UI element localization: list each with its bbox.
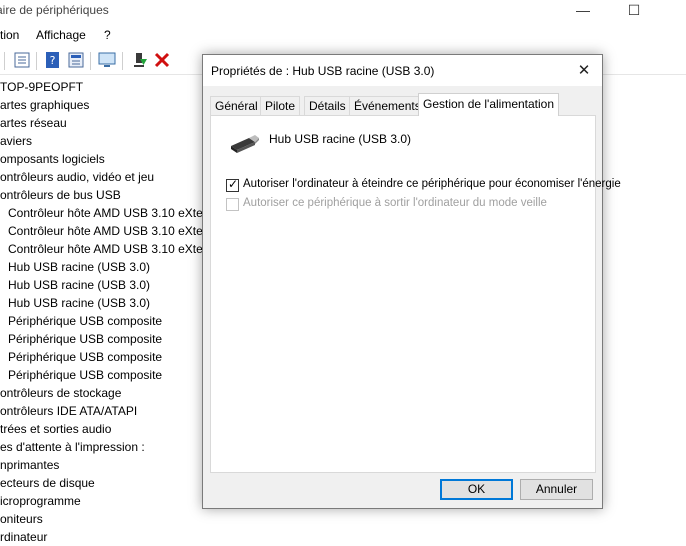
dialog-titlebar: Propriétés de : Hub USB racine (USB 3.0)…: [203, 55, 602, 86]
toolbar-separator: [4, 52, 5, 70]
allow-power-off-label[interactable]: Autoriser l'ordinateur à éteindre ce pér…: [243, 178, 621, 190]
tree-item-computer[interactable]: TOP-9PEOPFT: [0, 78, 83, 96]
svg-text:?: ?: [50, 54, 56, 67]
tab-general[interactable]: Général: [210, 96, 263, 115]
tree-item[interactable]: artes réseau: [0, 114, 67, 132]
tree-item[interactable]: Contrôleur hôte AMD USB 3.10 eXten: [8, 204, 209, 222]
tab-details[interactable]: Détails: [304, 96, 351, 115]
window-titlebar: aire de périphériques — ☐: [0, 0, 686, 22]
tab-driver[interactable]: Pilote: [260, 96, 301, 115]
tree-item-usb-controllers[interactable]: ontrôleurs de bus USB: [0, 186, 121, 204]
update-driver-icon[interactable]: [131, 51, 149, 69]
tree-item[interactable]: Périphérique USB composite: [8, 348, 162, 366]
check-icon: ✓: [228, 177, 239, 191]
tree-item[interactable]: Contrôleur hôte AMD USB 3.10 eXten: [8, 240, 209, 258]
close-icon: ✕: [577, 62, 591, 79]
window-title: aire de périphériques: [0, 3, 109, 17]
tree-item[interactable]: ontrôleurs audio, vidéo et jeu: [0, 168, 154, 186]
allow-power-off-checkbox[interactable]: ✓: [226, 177, 239, 192]
tree-item[interactable]: oniteurs: [0, 510, 43, 528]
tree-item[interactable]: omposants logiciels: [0, 150, 105, 168]
tree-item[interactable]: icroprogramme: [0, 492, 81, 510]
minimize-button[interactable]: —: [560, 0, 606, 20]
tree-item[interactable]: es d'attente à l'impression :: [0, 438, 145, 456]
toolbar-separator: [90, 52, 91, 70]
allow-wake-checkbox: [226, 198, 239, 211]
dialog-title: Propriétés de : Hub USB racine (USB 3.0): [211, 64, 435, 78]
tree-item[interactable]: Hub USB racine (USB 3.0): [8, 294, 150, 312]
tree-item[interactable]: artes graphiques: [0, 96, 89, 114]
tree-item[interactable]: ontrôleurs de stockage: [0, 384, 121, 402]
usb-hub-icon: [231, 135, 259, 153]
tree-item[interactable]: nprimantes: [0, 456, 59, 474]
device-props-icon[interactable]: [67, 51, 85, 69]
tree-item[interactable]: rdinateur: [0, 528, 47, 546]
device-name: Hub USB racine (USB 3.0): [269, 132, 412, 146]
tab-power-management[interactable]: Gestion de l'alimentation: [418, 93, 560, 116]
menu-bar: tion Affichage ?: [0, 26, 686, 46]
tree-item[interactable]: aviers: [0, 132, 32, 150]
tree-item[interactable]: Périphérique USB composite: [8, 312, 162, 330]
close-button[interactable]: ✕: [566, 55, 602, 86]
tree-item[interactable]: Contrôleur hôte AMD USB 3.10 eXten: [8, 222, 209, 240]
menu-help[interactable]: ?: [104, 28, 111, 42]
allow-wake-label: Autoriser ce périphérique à sortir l'ord…: [243, 197, 547, 209]
help-icon[interactable]: ?: [44, 51, 62, 69]
monitor-icon[interactable]: [98, 51, 116, 69]
tree-item[interactable]: Périphérique USB composite: [8, 330, 162, 348]
toolbar-separator: [36, 52, 37, 70]
tree-item[interactable]: Hub USB racine (USB 3.0): [8, 276, 150, 294]
toolbar-separator: [122, 52, 123, 70]
cancel-button[interactable]: Annuler: [520, 479, 593, 500]
tree-item[interactable]: Hub USB racine (USB 3.0): [8, 258, 150, 276]
properties-dialog: Propriétés de : Hub USB racine (USB 3.0)…: [202, 54, 621, 509]
tree-item[interactable]: ontrôleurs IDE ATA/ATAPI: [0, 402, 137, 420]
maximize-button[interactable]: ☐: [611, 0, 657, 20]
tree-item[interactable]: ecteurs de disque: [0, 474, 95, 492]
power-management-panel: Hub USB racine (USB 3.0) ✓ Autoriser l'o…: [210, 115, 621, 473]
properties-icon[interactable]: [13, 51, 31, 69]
menu-view[interactable]: Affichage: [36, 28, 86, 42]
tree-item[interactable]: Périphérique USB composite: [8, 366, 162, 384]
tab-bar: Général Pilote Détails Événements Gestio…: [210, 93, 596, 116]
ok-button[interactable]: OK: [440, 479, 513, 500]
tree-item[interactable]: trées et sorties audio: [0, 420, 111, 438]
delete-icon[interactable]: [153, 51, 171, 69]
menu-action[interactable]: tion: [0, 28, 19, 42]
tab-events[interactable]: Événements: [349, 96, 426, 115]
